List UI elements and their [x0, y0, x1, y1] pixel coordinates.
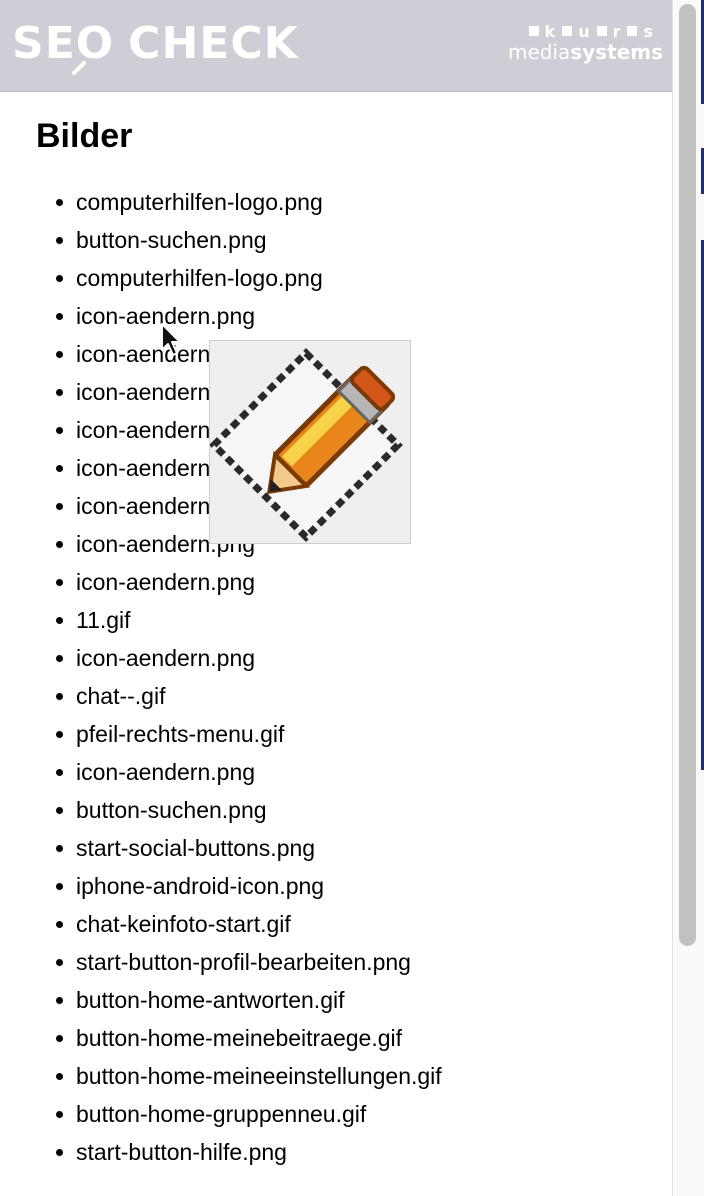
logo-letter: r — [612, 21, 622, 41]
image-list-item[interactable]: button-suchen.png — [56, 793, 442, 831]
image-list-item[interactable]: computerhilfen-logo.png — [56, 261, 442, 299]
image-list-item[interactable]: start-button-profil-bearbeiten.png — [56, 945, 442, 983]
logo-letter-row: kurs — [508, 21, 654, 41]
logo-letter: u — [578, 21, 591, 41]
image-list-item[interactable]: button-home-meinebeitraege.gif — [56, 1021, 442, 1059]
brand-word-check: CHECK — [128, 18, 299, 69]
image-list-item[interactable]: button-suchen.png — [56, 223, 442, 261]
logo-square-icon — [627, 26, 638, 36]
logo-square-icon — [596, 26, 607, 36]
pencil-edit-icon — [210, 341, 410, 543]
header-bar: SEO CHECK k u r s mediasystems — [0, 0, 672, 92]
logo-letter: s — [643, 21, 654, 41]
image-list-item[interactable]: button-home-antworten.gif — [56, 983, 442, 1021]
logo-letter: k — [544, 21, 557, 41]
image-list-item[interactable]: iphone-android-icon.png — [56, 869, 442, 907]
image-list-item[interactable]: icon-aendern.png — [56, 641, 442, 679]
image-list-item[interactable]: computerhilfen-logo.png — [56, 185, 442, 223]
image-list-item[interactable]: button-home-meineeinstellungen.gif — [56, 1059, 442, 1097]
image-list-item[interactable]: chat-keinfoto-start.gif — [56, 907, 442, 945]
seo-check-logo: SEO CHECK — [12, 15, 299, 77]
image-preview-tooltip — [209, 340, 411, 544]
logo-square-icon — [528, 26, 539, 36]
image-list-item[interactable]: start-button-hilfe.png — [56, 1135, 442, 1173]
mouse-pointer-icon — [161, 323, 181, 356]
image-list-item[interactable]: pfeil-rechts-menu.gif — [56, 717, 442, 755]
kuuurs-mediasystems-logo: k u r s mediasystems — [508, 21, 664, 68]
image-list-item[interactable]: icon-aendern.png — [56, 299, 442, 337]
image-list: computerhilfen-logo.png button-suchen.png… — [56, 185, 442, 1173]
image-list-item[interactable]: start-social-buttons.png — [56, 831, 442, 869]
logo-wordmark: mediasystems — [508, 40, 664, 64]
logo-square-icon — [562, 26, 573, 36]
image-list-item[interactable]: icon-aendern.png — [56, 565, 442, 603]
image-list-item[interactable]: icon-aendern.png — [56, 755, 442, 793]
image-list-item[interactable]: chat--.gif — [56, 679, 442, 717]
page-title: Bilder — [36, 117, 133, 155]
image-list-item[interactable]: 11.gif — [56, 603, 442, 641]
brand-word-seo: SEO — [12, 18, 115, 69]
image-list-item[interactable]: button-home-gruppenneu.gif — [56, 1097, 442, 1135]
vertical-scrollbar-thumb[interactable] — [679, 4, 696, 946]
app-window: SEO CHECK k u r s mediasystems Bilder comput… — [0, 0, 672, 1196]
